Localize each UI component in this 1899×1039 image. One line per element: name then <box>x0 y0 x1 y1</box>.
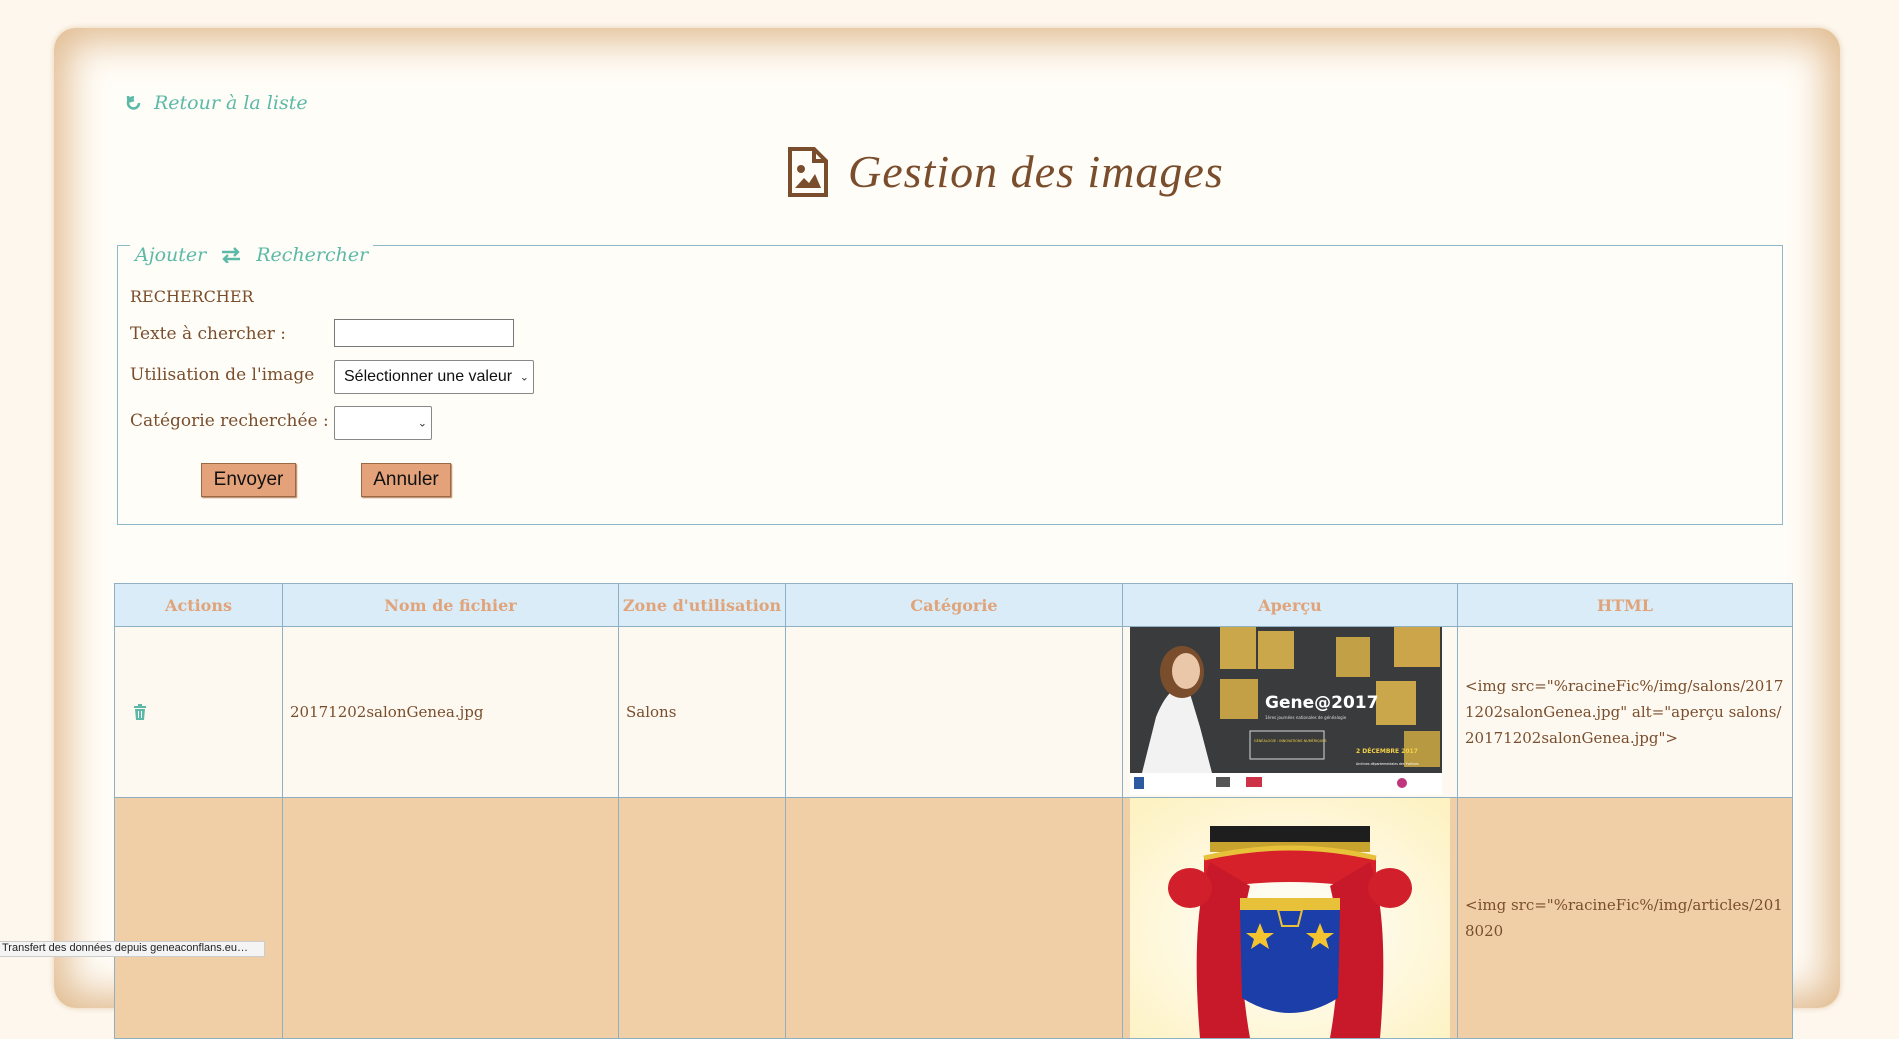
refresh-icon <box>126 95 141 110</box>
actions-cell <box>114 626 283 798</box>
actions-cell <box>114 797 283 1039</box>
col-header-category[interactable]: Catégorie <box>785 583 1123 627</box>
page-title: Gestion des images <box>848 146 1224 197</box>
zone-cell: Salons <box>618 626 786 798</box>
col-header-html[interactable]: HTML <box>1457 583 1793 627</box>
html-code-cell: <img src="%racineFic%/img/articles/20180… <box>1457 797 1793 1039</box>
category-label: Catégorie recherchée : <box>130 411 329 431</box>
col-header-actions[interactable]: Actions <box>114 583 283 627</box>
images-table: Actions Nom de fichier Zone d'utilisatio… <box>114 583 1793 1039</box>
col-header-zone[interactable]: Zone d'utilisation <box>618 583 786 627</box>
preview-subtitle: 1ères journées nationales de généalogie <box>1265 715 1347 720</box>
preview-cell <box>1122 797 1458 1039</box>
text-search-label: Texte à chercher : <box>130 324 286 344</box>
preview-image-coat-of-arms[interactable] <box>1130 798 1450 1038</box>
search-tabs: Ajouter Rechercher <box>130 244 374 266</box>
zone-cell <box>618 797 786 1039</box>
usage-select-value: Sélectionner une valeur <box>344 368 513 385</box>
table-row: 20171202salonGenea.jpg Salons Gene@2017 … <box>114 626 1793 798</box>
image-file-icon <box>788 146 828 197</box>
page-header: Gestion des images <box>786 145 1224 198</box>
usage-label: Utilisation de l'image <box>130 365 315 385</box>
table-row: <img src="%racineFic%/img/articles/20180… <box>114 797 1793 1039</box>
browser-status-bar: Transfert des données depuis geneaconfla… <box>0 941 265 957</box>
usage-select[interactable]: Sélectionner une valeur ⌄ <box>334 360 534 394</box>
filename-cell <box>282 797 619 1039</box>
category-cell <box>785 626 1123 798</box>
preview-title: Gene@2017 <box>1265 693 1378 713</box>
back-to-list-link[interactable]: Retour à la liste <box>124 92 308 114</box>
swap-arrows-icon[interactable] <box>220 247 242 263</box>
preview-date: 2 DÉCEMBRE 2017 <box>1356 747 1418 755</box>
tab-search[interactable]: Rechercher <box>256 244 368 266</box>
back-label: Retour à la liste <box>154 92 308 114</box>
trash-icon[interactable] <box>133 704 147 720</box>
preview-place: Archives départementales des Yvelines <box>1356 762 1419 766</box>
submit-button[interactable]: Envoyer <box>201 463 296 497</box>
chevron-down-icon: ⌄ <box>417 417 427 430</box>
preview-cell: Gene@2017 1ères journées nationales de g… <box>1122 626 1458 798</box>
category-cell <box>785 797 1123 1039</box>
preview-image-genea2017[interactable]: Gene@2017 1ères journées nationales de g… <box>1130 627 1442 795</box>
table-header-row: Actions Nom de fichier Zone d'utilisatio… <box>114 583 1793 627</box>
col-header-preview[interactable]: Aperçu <box>1122 583 1458 627</box>
category-select[interactable]: ⌄ <box>334 406 432 440</box>
search-heading: RECHERCHER <box>130 287 254 306</box>
chevron-down-icon: ⌄ <box>519 371 529 384</box>
html-code-cell: <img src="%racineFic%/img/salons/2017120… <box>1457 626 1793 798</box>
filename-cell: 20171202salonGenea.jpg <box>282 626 619 798</box>
preview-box-text: GÉNÉALOGIE : INNOVATIONS NUMÉRIQUES <box>1254 738 1327 743</box>
search-input[interactable] <box>334 319 514 347</box>
cancel-button[interactable]: Annuler <box>361 463 451 497</box>
tab-add[interactable]: Ajouter <box>135 244 206 266</box>
col-header-filename[interactable]: Nom de fichier <box>282 583 619 627</box>
